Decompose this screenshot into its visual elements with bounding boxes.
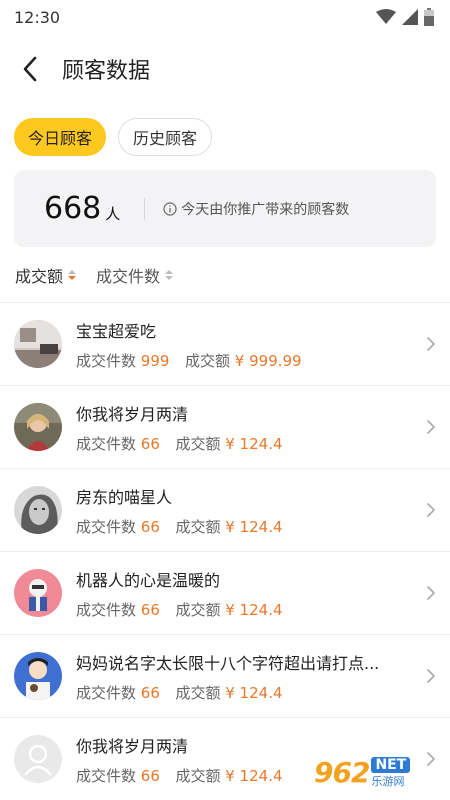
amount-label: 成交额 [175, 517, 221, 536]
customer-stats: 成交件数 66 成交额 ¥ 124.4 [76, 516, 416, 537]
customer-count-unit: 人 [105, 205, 121, 223]
qty-value: 66 [140, 600, 160, 619]
nav-header: 顾客数据 [0, 34, 450, 104]
watermark-logo: 962 NET 乐游网 [314, 750, 444, 794]
status-icons [376, 8, 434, 26]
summary-note-text: 今天由你推广带来的顾客数 [181, 201, 350, 218]
sort-bar: 成交额 成交件数 [0, 247, 450, 303]
list-item[interactable]: 机器人的心是温暖的 成交件数 66 成交额 ¥ 124.4 [0, 552, 450, 635]
avatar [14, 486, 62, 534]
customer-name: 宝宝超爱吃 [76, 321, 157, 341]
qty-label: 成交件数 [76, 351, 137, 370]
list-item[interactable]: 你我将岁月两清 成交件数 66 成交额 ¥ 124.4 [0, 386, 450, 469]
amount-label: 成交额 [175, 683, 221, 702]
cell-signal-icon [402, 9, 418, 25]
amount-label: 成交额 [175, 600, 221, 619]
status-time: 12:30 [14, 7, 61, 27]
tab-bar: 今日顾客 历史顾客 [0, 104, 450, 162]
customer-stats: 成交件数 66 成交额 ¥ 124.4 [76, 682, 416, 703]
sort-arrows-icon [68, 269, 77, 280]
customer-name: 机器人的心是温暖的 [76, 570, 221, 590]
qty-label: 成交件数 [76, 517, 137, 536]
back-button[interactable] [22, 51, 50, 87]
amount-value: ¥ 124.4 [225, 683, 283, 702]
sort-arrows-icon [165, 269, 174, 280]
qty-value: 999 [140, 351, 170, 370]
avatar [14, 403, 62, 451]
watermark-sub: 乐游网 [371, 775, 405, 788]
customer-name: 妈妈说名字太长限十八个字符超出请打点... [76, 653, 380, 673]
chevron-right-icon [427, 586, 435, 600]
amount-value: ¥ 124.4 [225, 434, 283, 453]
chevron-left-icon [23, 56, 37, 82]
amount-label: 成交额 [175, 766, 221, 785]
customer-stats: 成交件数 999 成交额 ¥ 999.99 [76, 350, 416, 371]
default-user-icon [14, 735, 62, 783]
qty-value: 66 [140, 683, 160, 702]
info-icon [163, 201, 177, 216]
list-item[interactable]: 房东的喵星人 成交件数 66 成交额 ¥ 124.4 [0, 469, 450, 552]
chevron-right-icon [427, 337, 435, 351]
tab-history-customers[interactable]: 历史顾客 [118, 118, 213, 156]
battery-icon [424, 8, 434, 26]
watermark-net: NET [371, 757, 411, 773]
page-title: 顾客数据 [62, 59, 151, 84]
amount-value: ¥ 124.4 [225, 766, 283, 785]
amount-value: ¥ 999.99 [234, 351, 302, 370]
amount-label: 成交额 [185, 351, 231, 370]
amount-label: 成交额 [175, 434, 221, 453]
divider [144, 197, 146, 220]
list-item[interactable]: 宝宝超爱吃 成交件数 999 成交额 ¥ 999.99 [0, 303, 450, 386]
summary-note: 今天由你推广带来的顾客数 [163, 199, 349, 219]
sort-by-quantity[interactable]: 成交件数 [96, 263, 174, 287]
avatar [14, 569, 62, 617]
customer-name: 你我将岁月两清 [76, 404, 189, 424]
customer-count: 668 [44, 191, 102, 226]
summary-card: 668 人 今天由你推广带来的顾客数 [14, 170, 436, 247]
sort-by-amount-label: 成交额 [15, 266, 64, 286]
avatar [14, 652, 62, 700]
qty-label: 成交件数 [76, 683, 137, 702]
qty-value: 66 [140, 766, 160, 785]
sort-by-amount[interactable]: 成交额 [15, 263, 77, 287]
customer-stats: 成交件数 66 成交额 ¥ 124.4 [76, 433, 416, 454]
chevron-right-icon [427, 503, 435, 517]
customer-name: 房东的喵星人 [76, 487, 173, 507]
chevron-right-icon [427, 669, 435, 683]
amount-value: ¥ 124.4 [225, 600, 283, 619]
customer-list: 宝宝超爱吃 成交件数 999 成交额 ¥ 999.99 你我将岁月两清 成交件数 [0, 303, 450, 800]
avatar [14, 320, 62, 368]
list-item[interactable]: 妈妈说名字太长限十八个字符超出请打点... 成交件数 66 成交额 ¥ 124.… [0, 635, 450, 718]
qty-label: 成交件数 [76, 434, 137, 453]
sort-by-quantity-label: 成交件数 [96, 266, 161, 286]
customer-stats: 成交件数 66 成交额 ¥ 124.4 [76, 599, 416, 620]
chevron-right-icon [427, 420, 435, 434]
wifi-icon [376, 9, 396, 24]
tab-today-customers[interactable]: 今日顾客 [14, 118, 107, 156]
watermark-number: 962 [314, 755, 370, 789]
qty-value: 66 [140, 517, 160, 536]
qty-label: 成交件数 [76, 766, 137, 785]
qty-value: 66 [140, 434, 160, 453]
qty-label: 成交件数 [76, 600, 137, 619]
amount-value: ¥ 124.4 [225, 517, 283, 536]
status-bar: 12:30 [0, 0, 450, 34]
